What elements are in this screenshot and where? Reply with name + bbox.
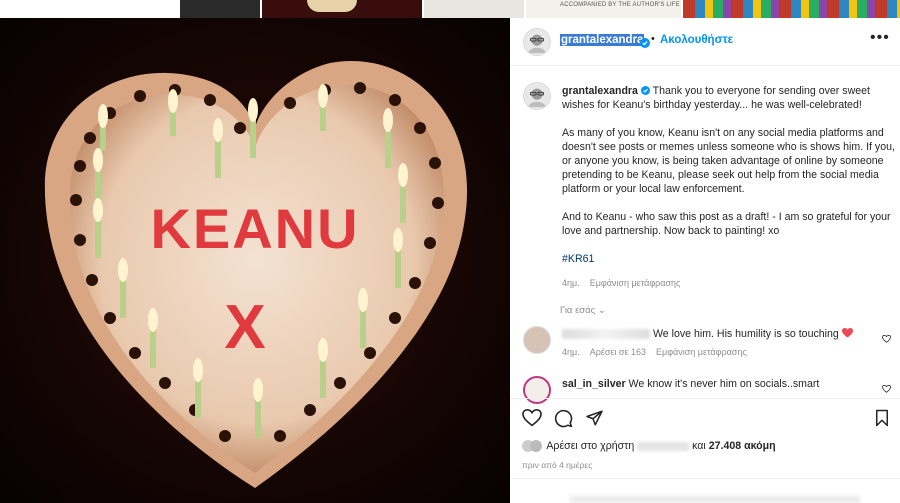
hashtag-link[interactable]: #KR61 [562,253,594,265]
add-comment-area[interactable] [570,496,860,503]
background-page-strip: ACCOMPANIED BY THE AUTHOR'S LIFE [0,0,900,18]
blurred-username [562,329,650,340]
header-separator: • [651,33,655,45]
thumbnail-caption: ACCOMPANIED BY THE AUTHOR'S LIFE [560,2,680,8]
comment-likes[interactable]: Αρέσει σε 163 [590,347,646,357]
share-paper-plane-icon[interactable] [585,409,604,432]
likes-prefix: Αρέσει στο χρήστη [546,440,638,452]
post-timestamp[interactable]: πριν από 4 ημέρες [522,460,592,470]
likes-middle: και [689,440,709,452]
background-thumbnail [180,0,260,18]
caption-age: 4ημ. [562,278,580,288]
verified-badge-icon [640,35,650,53]
background-thumbnail [424,0,524,18]
see-translation-link[interactable]: Εμφάνιση μετάφρασης [590,278,681,288]
follow-button[interactable]: Ακολουθήστε [660,34,733,46]
divider [510,478,900,479]
more-options-icon[interactable]: ••• [870,29,890,47]
commenter-username-link[interactable]: sal_in_silver [562,378,626,390]
background-thumbnail: ACCOMPANIED BY THE AUTHOR'S LIFE [526,0,681,18]
likes-summary[interactable]: Αρέσει στο χρήστη και 27.408 ακόμη [522,440,776,453]
background-thumbnail [683,0,900,18]
blurred-username [637,441,690,451]
author-avatar[interactable] [523,28,551,56]
see-translation-link[interactable]: Εμφάνιση μετάφρασης [656,347,747,357]
caption-username-link[interactable]: grantalexandra [562,85,638,97]
commenter-avatar[interactable] [523,326,551,354]
post-actions-bar [510,398,900,432]
caption-paragraph-2: As many of you know, Keanu isn't on any … [562,127,895,195]
chevron-down-icon: ⌄ [597,305,606,316]
cake-x: X [224,293,265,362]
post-header: grantalexandra • Ακολουθήστε ••• [510,18,900,66]
comment-bubble-icon[interactable] [554,409,573,433]
author-username-link[interactable]: grantalexandra [560,34,645,46]
for-you-label: Για εσάς [560,305,596,316]
comment-age: 4ημ. [562,347,580,357]
liker-avatar [530,440,542,453]
save-bookmark-icon[interactable] [874,409,890,432]
background-thumbnail [262,0,422,18]
for-you-toggle[interactable]: Για εσάς ⌄ [560,305,606,316]
like-comment-icon[interactable] [882,330,891,348]
likes-count[interactable]: 27.408 ακόμη [709,440,776,452]
verified-badge-icon [640,86,650,95]
comment-text: We know it's never him on socials..smart [625,378,820,390]
comment-text: We love him. His humility is so touching [650,328,842,340]
cake-text: KEANU [150,197,359,260]
post-image[interactable]: KEANU X [0,18,510,503]
like-heart-icon[interactable] [522,408,542,432]
red-heart-emoji-icon [841,328,853,338]
like-comment-icon[interactable] [882,380,891,398]
heart-cake-image: KEANU X [0,18,510,503]
caption-paragraph-3: And to Keanu - who saw this post as a dr… [562,211,891,237]
post-side-panel: grantalexandra • Ακολουθήστε ••• grantal… [510,18,900,503]
caption-author-avatar[interactable] [523,82,551,110]
